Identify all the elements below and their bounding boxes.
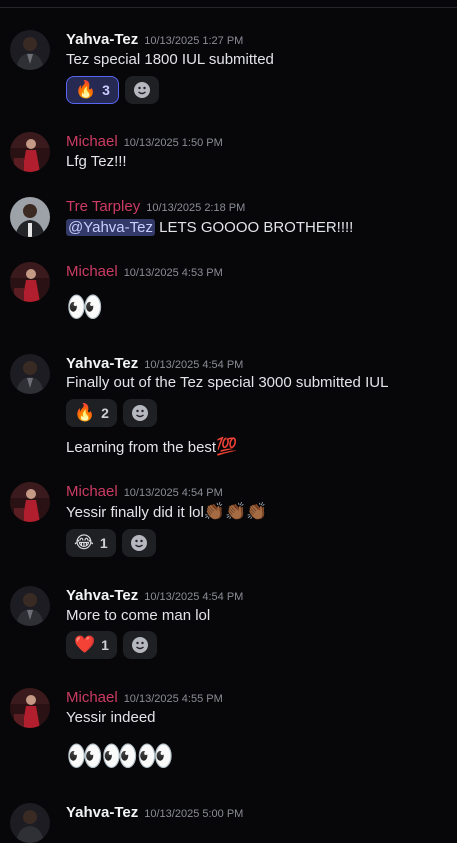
- reaction-count: 1: [101, 637, 109, 653]
- user-mention[interactable]: @Yahva-Tez: [66, 219, 155, 236]
- author-name[interactable]: Michael: [66, 483, 118, 500]
- reactions: ❤️ 1: [66, 631, 157, 659]
- fire-emoji: 🔥: [75, 80, 97, 99]
- avatar[interactable]: [10, 132, 50, 172]
- reaction-count: 1: [99, 535, 108, 551]
- message-header: Yahva-Tez 10/13/2025 4:54 PM: [66, 354, 243, 374]
- message-header: Yahva-Tez 10/13/2025 4:54 PM: [66, 586, 243, 606]
- clap-emoji: 👏🏾👏🏾👏🏾: [203, 502, 268, 521]
- avatar[interactable]: [10, 197, 50, 237]
- joy-emoji: 😂: [74, 533, 94, 552]
- reactions: 🔥 3: [66, 76, 159, 104]
- message-header: Michael 10/13/2025 4:55 PM: [66, 688, 223, 708]
- message-text: Yessir indeed: [66, 709, 156, 726]
- author-name[interactable]: Yahva-Tez: [66, 804, 138, 821]
- eyes-emoji: 👀👀👀: [66, 740, 174, 773]
- author-name[interactable]: Michael: [66, 133, 118, 150]
- message-text: More to come man lol: [66, 607, 211, 624]
- reaction-heart[interactable]: ❤️ 1: [66, 631, 117, 659]
- smiley-icon: [130, 535, 147, 551]
- message-text: Tez special 1800 IUL submitted: [66, 51, 274, 68]
- smiley-icon: [133, 82, 150, 98]
- message-text: Yessir finally did it lol👏🏾👏🏾👏🏾: [66, 501, 267, 523]
- message-header: Michael 10/13/2025 4:54 PM: [66, 482, 223, 502]
- message-text: Finally out of the Tez special 3000 subm…: [66, 374, 389, 391]
- message-header: Michael 10/13/2025 4:53 PM: [66, 262, 223, 282]
- hundred-emoji: 💯: [216, 437, 238, 456]
- fire-emoji: 🔥: [74, 403, 96, 422]
- author-name[interactable]: Yahva-Tez: [66, 587, 138, 604]
- avatar[interactable]: [10, 803, 50, 843]
- reaction-joy[interactable]: 😂 1: [66, 529, 116, 557]
- add-reaction-button[interactable]: [122, 631, 157, 659]
- avatar[interactable]: [10, 30, 50, 70]
- avatar[interactable]: [10, 586, 50, 626]
- timestamp: 10/13/2025 4:54 PM: [144, 591, 244, 603]
- followup-text: Learning from the best: [66, 439, 217, 456]
- message-header: Yahva-Tez 10/13/2025 1:27 PM: [66, 30, 243, 50]
- timestamp: 10/13/2025 2:18 PM: [146, 202, 246, 214]
- message-header: Yahva-Tez 10/13/2025 5:00 PM: [66, 803, 243, 823]
- reactions: 🔥 2: [66, 399, 157, 427]
- timestamp: 10/13/2025 1:27 PM: [144, 35, 244, 47]
- avatar[interactable]: [10, 688, 50, 728]
- reaction-fire[interactable]: 🔥 2: [66, 399, 117, 427]
- smiley-icon: [131, 405, 148, 421]
- reaction-count: 3: [102, 82, 110, 98]
- author-name[interactable]: Yahva-Tez: [66, 31, 138, 48]
- smiley-icon: [131, 637, 148, 653]
- timestamp: 10/13/2025 4:53 PM: [123, 267, 223, 279]
- message-text-rest: LETS GOOOO BROTHER!!!!: [154, 219, 354, 236]
- heart-emoji: ❤️: [74, 635, 96, 654]
- timestamp: 10/13/2025 4:54 PM: [123, 487, 223, 499]
- add-reaction-button[interactable]: [122, 399, 157, 427]
- avatar[interactable]: [10, 262, 50, 302]
- timestamp: 10/13/2025 4:55 PM: [123, 693, 223, 705]
- add-reaction-button[interactable]: [121, 529, 156, 557]
- reaction-count: 2: [101, 405, 109, 421]
- reactions: 😂 1: [66, 529, 156, 557]
- top-divider: [0, 7, 457, 8]
- author-name[interactable]: Tre Tarpley: [66, 198, 140, 215]
- eyes-emoji: 👀: [66, 291, 103, 324]
- author-name[interactable]: Yahva-Tez: [66, 355, 138, 372]
- add-reaction-button[interactable]: [124, 76, 159, 104]
- message-header: Michael 10/13/2025 1:50 PM: [66, 132, 223, 152]
- author-name[interactable]: Michael: [66, 689, 118, 706]
- message-header: Tre Tarpley 10/13/2025 2:18 PM: [66, 197, 245, 217]
- avatar[interactable]: [10, 482, 50, 522]
- message-text: @Yahva-Tez LETS GOOOO BROTHER!!!!: [66, 217, 353, 239]
- avatar[interactable]: [10, 354, 50, 394]
- message-text: Lfg Tez!!!: [66, 153, 127, 170]
- timestamp: 10/13/2025 1:50 PM: [123, 137, 223, 149]
- reaction-fire[interactable]: 🔥 3: [66, 76, 119, 104]
- timestamp: 10/13/2025 4:54 PM: [144, 359, 244, 371]
- author-name[interactable]: Michael: [66, 263, 118, 280]
- timestamp: 10/13/2025 5:00 PM: [144, 808, 244, 820]
- message-text-body: Yessir finally did it lol: [66, 504, 204, 521]
- message-text-followup: Learning from the best💯: [66, 436, 237, 458]
